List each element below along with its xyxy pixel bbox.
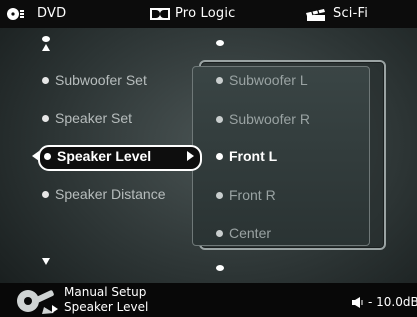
- source-label: DVD: [37, 6, 67, 21]
- bullet-icon: [216, 76, 223, 84]
- bullet-icon: [216, 152, 223, 160]
- volume-indicator: - 10.0dB: [352, 295, 417, 309]
- scroll-dot-bottom: [216, 265, 224, 271]
- bullet-icon: [42, 190, 49, 198]
- speaker-volume-icon: [352, 296, 363, 308]
- mode-indicator: Sci-Fi: [304, 6, 368, 21]
- menu-item-subwoofer-set[interactable]: Subwoofer Set: [42, 72, 147, 88]
- dolby-icon: [150, 7, 170, 20]
- menu-item-speaker-level[interactable]: Speaker Level: [44, 148, 151, 164]
- volume-level: - 10.0dB: [368, 295, 417, 309]
- bullet-icon: [42, 76, 49, 84]
- surround-label: Pro Logic: [175, 6, 236, 21]
- breadcrumb-parent: Manual Setup: [64, 285, 147, 299]
- bullet-icon: [42, 114, 49, 122]
- submenu-item-label: Subwoofer L: [229, 72, 308, 88]
- breadcrumb-current: Speaker Level: [64, 300, 149, 314]
- scroll-up-icon[interactable]: [42, 44, 50, 51]
- submenu-item-subwoofer-l[interactable]: Subwoofer L: [216, 72, 308, 88]
- menu-item-label: Subwoofer Set: [55, 72, 147, 88]
- submenu-item-label: Center: [229, 225, 272, 241]
- menu-item-label: Speaker Distance: [55, 186, 166, 202]
- clapperboard-icon: [306, 7, 325, 21]
- bullet-icon: [216, 229, 223, 237]
- menu-item-speaker-set[interactable]: Speaker Set: [42, 110, 132, 126]
- bottom-status-bar: Manual Setup Speaker Level - 10.0dB: [0, 283, 417, 317]
- submenu-item-subwoofer-r[interactable]: Subwoofer R: [216, 111, 310, 127]
- submenu-item-label: Front L: [229, 148, 278, 164]
- surround-indicator: Pro Logic: [150, 6, 236, 21]
- mode-label: Sci-Fi: [333, 6, 369, 21]
- status-bar: DVD Pro Logic Sci-Fi: [0, 0, 417, 28]
- submenu-item-front-l[interactable]: Front L: [216, 148, 277, 164]
- submenu-item-label: Front R: [229, 187, 276, 203]
- submenu-item-front-r[interactable]: Front R: [216, 187, 276, 203]
- osd-screen: DVD Pro Logic Sci-Fi Subwoofer Set Speak…: [0, 0, 417, 317]
- menu-item-speaker-distance[interactable]: Speaker Distance: [42, 186, 166, 202]
- menu-item-label: Speaker Level: [57, 148, 152, 164]
- scroll-dot-top-left: [42, 36, 50, 42]
- disc-icon: [7, 7, 24, 20]
- submenu-item-label: Subwoofer R: [229, 111, 310, 127]
- bullet-icon: [216, 115, 223, 123]
- source-indicator: DVD: [6, 6, 66, 21]
- right-arrow-icon[interactable]: [187, 151, 194, 161]
- left-arrow-icon[interactable]: [32, 151, 39, 161]
- scroll-dot-top: [216, 40, 224, 46]
- submenu-item-center[interactable]: Center: [216, 225, 271, 241]
- scroll-down-icon[interactable]: [42, 258, 50, 265]
- breadcrumb-arrow-icon: [52, 305, 58, 313]
- bullet-icon: [216, 191, 223, 199]
- bullet-icon: [44, 152, 51, 160]
- menu-item-label: Speaker Set: [55, 110, 133, 126]
